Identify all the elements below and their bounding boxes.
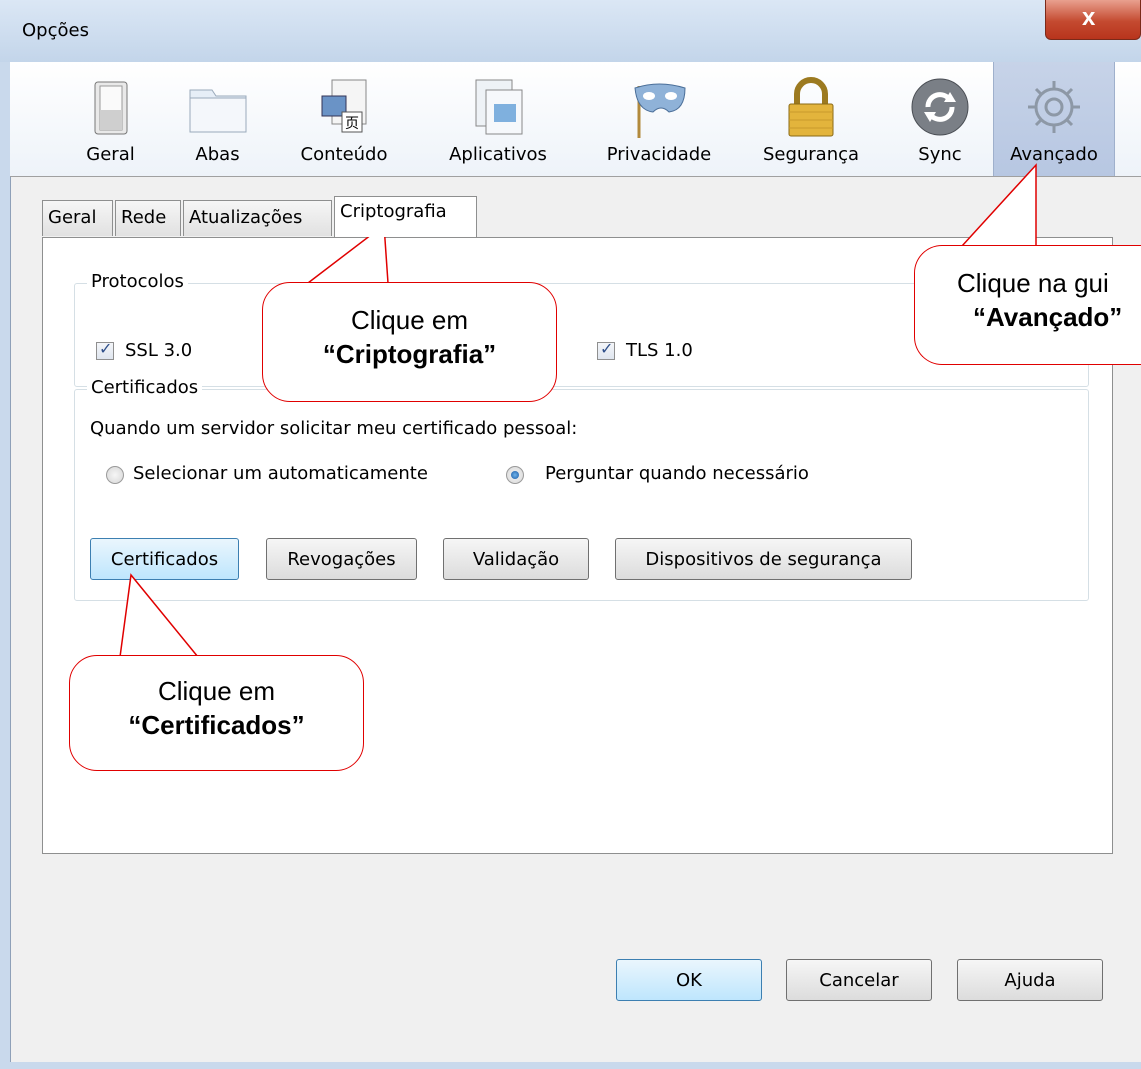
callout-text: Clique em xyxy=(157,676,276,706)
callout-emphasis: “Certificados” xyxy=(128,710,305,740)
callout-emphasis: “Criptografia” xyxy=(322,339,497,369)
callout-text: Clique em xyxy=(350,305,469,335)
callout-certificados: Clique em “Certificados” xyxy=(69,655,364,771)
callout-criptografia: Clique em “Criptografia” xyxy=(262,282,557,402)
tab-label: Criptografia xyxy=(340,201,447,222)
callout-text: Clique na gui xyxy=(957,268,1109,298)
callout-emphasis: “Avançado” xyxy=(973,302,1123,332)
callout-avancado: Clique na gui “Avançado” xyxy=(914,245,1141,365)
tab-criptografia[interactable]: Criptografia xyxy=(334,196,477,237)
callout-pointers xyxy=(119,163,1037,658)
